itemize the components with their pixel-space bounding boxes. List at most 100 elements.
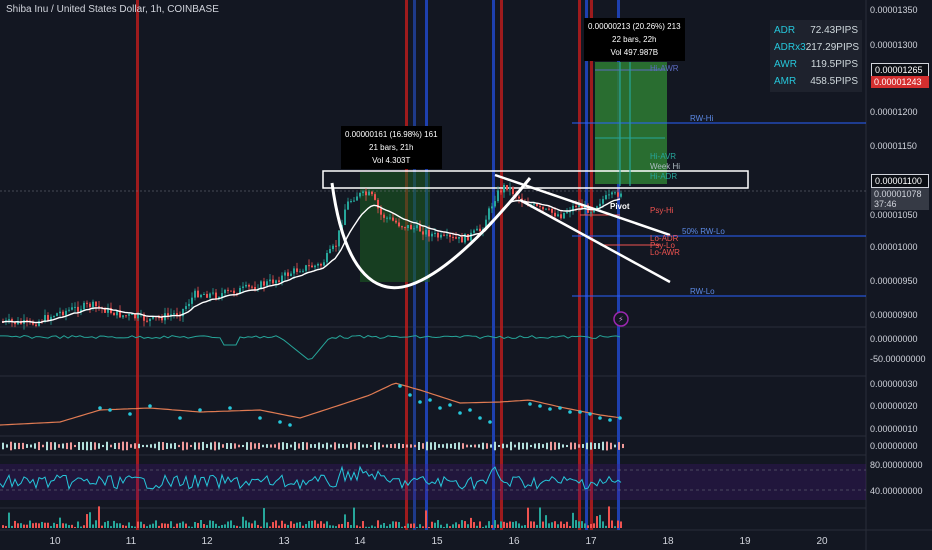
candle-body <box>467 234 469 241</box>
volume-bar <box>410 523 412 528</box>
symbol-title[interactable]: Shiba Inu / United States Dollar, 1h, CO… <box>6 4 219 15</box>
volume-bar <box>479 521 481 528</box>
measure-callout-left: 0.00000161 (16.98%) 161 21 bars, 21h Vol… <box>341 126 442 169</box>
price-label: 0.00001150 <box>870 141 917 151</box>
histogram-bar <box>446 443 448 449</box>
level-hi-awr: Hi-AWR <box>650 64 679 73</box>
candle-body <box>242 286 244 288</box>
histogram-bar <box>170 443 172 449</box>
volume-bar <box>455 522 457 528</box>
histogram-bar <box>518 442 520 450</box>
histogram-bar <box>622 443 624 449</box>
histogram-bar <box>198 442 200 450</box>
candle-body <box>26 319 28 321</box>
volume-bar <box>116 523 118 528</box>
volume-bar <box>29 520 31 528</box>
histogram-bar <box>222 444 224 448</box>
volume-bar <box>47 522 49 528</box>
histogram-bar <box>450 443 452 449</box>
volume-bar <box>164 523 166 528</box>
histogram-bar <box>398 443 400 449</box>
histogram-bar <box>362 444 364 448</box>
volume-bar <box>569 526 571 528</box>
volume-bar <box>521 525 523 528</box>
histogram-bar <box>554 442 556 450</box>
indicator-dot <box>398 384 402 388</box>
candle-body <box>542 206 544 210</box>
volume-bar <box>38 523 40 528</box>
volume-bar <box>494 520 496 528</box>
histogram-bar <box>466 444 468 448</box>
candle-body <box>113 312 115 316</box>
volume-bar <box>368 526 370 528</box>
candle-body <box>161 317 163 321</box>
candle-body <box>491 206 493 209</box>
volume-bar <box>98 506 100 528</box>
volume-bar <box>608 506 610 528</box>
volume-bars <box>2 506 622 528</box>
volume-bar <box>473 522 475 528</box>
volume-bar <box>254 520 256 528</box>
histogram-bar <box>506 444 508 448</box>
histogram-bar <box>434 442 436 450</box>
histogram-bar <box>370 444 372 448</box>
histogram-bar <box>454 443 456 449</box>
volume-bar <box>266 522 268 528</box>
histogram-bar <box>2 442 4 450</box>
callout-right-line3: Vol 497.987B <box>610 48 659 57</box>
histogram-bar <box>570 442 572 450</box>
x-axis-label: 12 <box>201 536 213 547</box>
candle-body <box>146 320 148 322</box>
volume-bar <box>425 510 427 528</box>
volume-bar <box>422 526 424 528</box>
candle-body <box>512 187 514 195</box>
volume-bar <box>617 520 619 528</box>
stats-table: ADR 72.43PIPS ADRx3 217.29PIPS AWR 119.5PIP… <box>770 20 862 92</box>
indicator-dot <box>478 416 482 420</box>
histogram-bar <box>270 444 272 448</box>
volume-bar <box>173 526 175 528</box>
candle-body <box>68 309 70 311</box>
histogram-bar <box>230 443 232 449</box>
candle-body <box>278 280 280 282</box>
histogram-bar <box>110 444 112 448</box>
histogram-bar <box>154 443 156 449</box>
candle-body <box>149 318 151 322</box>
callout-left-line1: 0.00000161 (16.98%) 161 <box>345 130 438 139</box>
volume-bar <box>320 521 322 528</box>
histogram-bar <box>226 442 228 450</box>
volume-bar <box>227 521 229 528</box>
histogram-bar <box>278 442 280 450</box>
volume-bar <box>104 522 106 528</box>
volume-bar <box>548 523 550 528</box>
histogram-bar <box>430 442 432 450</box>
histogram-bar <box>238 444 240 448</box>
candle-body <box>599 203 601 207</box>
candle-body <box>287 272 289 277</box>
candle-body <box>221 293 223 298</box>
candle-body <box>410 225 412 230</box>
x-axis-label: 15 <box>431 536 443 547</box>
indicator-dot <box>278 420 282 424</box>
volume-bar <box>395 521 397 528</box>
indicator-dot <box>598 416 602 420</box>
volume-bar <box>233 525 235 528</box>
candle-body <box>302 270 304 272</box>
volume-bar <box>377 520 379 528</box>
histogram-bar <box>522 442 524 450</box>
histogram-bar <box>78 441 80 451</box>
indicator-dot <box>408 393 412 397</box>
candle-body <box>386 217 388 219</box>
volume-bar <box>434 522 436 528</box>
histogram-bar <box>302 442 304 450</box>
channel-lower-line[interactable] <box>519 198 671 284</box>
candle-body <box>404 227 406 229</box>
volume-bar <box>197 523 199 528</box>
candle-body <box>338 230 340 247</box>
histogram-bar <box>426 441 428 451</box>
volume-bar <box>554 521 556 528</box>
indicator-dot <box>488 420 492 424</box>
volume-bar <box>119 523 121 528</box>
histogram-bar <box>442 444 444 448</box>
candle-body <box>371 191 373 195</box>
